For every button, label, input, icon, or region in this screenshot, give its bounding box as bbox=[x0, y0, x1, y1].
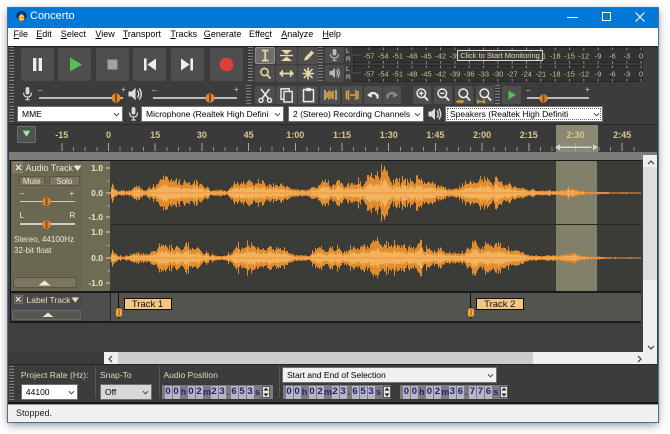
svg-text:15: 15 bbox=[150, 130, 160, 140]
svg-text:2:30: 2:30 bbox=[566, 130, 584, 140]
svg-text:1.0: 1.0 bbox=[91, 227, 103, 237]
svg-text:-24: -24 bbox=[521, 69, 532, 78]
svg-text:1:15: 1:15 bbox=[333, 130, 351, 140]
svg-text:1:00: 1:00 bbox=[286, 130, 304, 140]
svg-text:-18: -18 bbox=[550, 51, 561, 60]
svg-text:0: 0 bbox=[639, 69, 643, 78]
svg-text:-12: -12 bbox=[578, 51, 589, 60]
svg-text:0: 0 bbox=[639, 51, 643, 60]
svg-text:1:30: 1:30 bbox=[380, 130, 398, 140]
svg-text:-54: -54 bbox=[378, 69, 389, 78]
svg-text:-3: -3 bbox=[623, 51, 630, 60]
svg-text:-9: -9 bbox=[595, 69, 602, 78]
svg-text:-45: -45 bbox=[421, 51, 432, 60]
svg-text:2:45: 2:45 bbox=[613, 130, 631, 140]
svg-text:-18: -18 bbox=[550, 69, 561, 78]
svg-text:0.0: 0.0 bbox=[91, 188, 103, 198]
svg-text:1.0: 1.0 bbox=[91, 163, 103, 173]
svg-text:30: 30 bbox=[197, 130, 207, 140]
svg-text:-57: -57 bbox=[364, 51, 375, 60]
svg-text:1:45: 1:45 bbox=[426, 130, 444, 140]
svg-text:2:00: 2:00 bbox=[473, 130, 491, 140]
svg-text:45: 45 bbox=[244, 130, 254, 140]
svg-text:2:15: 2:15 bbox=[520, 130, 538, 140]
svg-text:-57: -57 bbox=[364, 69, 375, 78]
svg-text:-1.0: -1.0 bbox=[88, 278, 103, 288]
svg-text:-48: -48 bbox=[407, 69, 418, 78]
svg-text:-6: -6 bbox=[609, 69, 616, 78]
svg-text:-6: -6 bbox=[609, 51, 616, 60]
svg-text:0.0: 0.0 bbox=[91, 253, 103, 263]
svg-text:-30: -30 bbox=[492, 69, 503, 78]
svg-text:-42: -42 bbox=[435, 69, 446, 78]
svg-text:-21: -21 bbox=[535, 69, 546, 78]
svg-text:-12: -12 bbox=[578, 69, 589, 78]
svg-text:-15: -15 bbox=[564, 69, 575, 78]
svg-text:0: 0 bbox=[106, 130, 111, 140]
svg-text:-39: -39 bbox=[449, 69, 460, 78]
svg-text:-15: -15 bbox=[55, 130, 68, 140]
svg-text:-48: -48 bbox=[407, 51, 418, 60]
svg-text:-33: -33 bbox=[478, 69, 489, 78]
svg-text:-36: -36 bbox=[464, 69, 475, 78]
svg-text:-1.0: -1.0 bbox=[88, 212, 103, 222]
svg-text:-3: -3 bbox=[623, 69, 630, 78]
svg-text:-54: -54 bbox=[378, 51, 389, 60]
svg-text:-15: -15 bbox=[564, 51, 575, 60]
svg-text:-51: -51 bbox=[392, 69, 403, 78]
svg-text:-9: -9 bbox=[595, 51, 602, 60]
svg-text:-42: -42 bbox=[435, 51, 446, 60]
svg-text:-27: -27 bbox=[507, 69, 518, 78]
svg-text:-45: -45 bbox=[421, 69, 432, 78]
svg-text:-51: -51 bbox=[392, 51, 403, 60]
